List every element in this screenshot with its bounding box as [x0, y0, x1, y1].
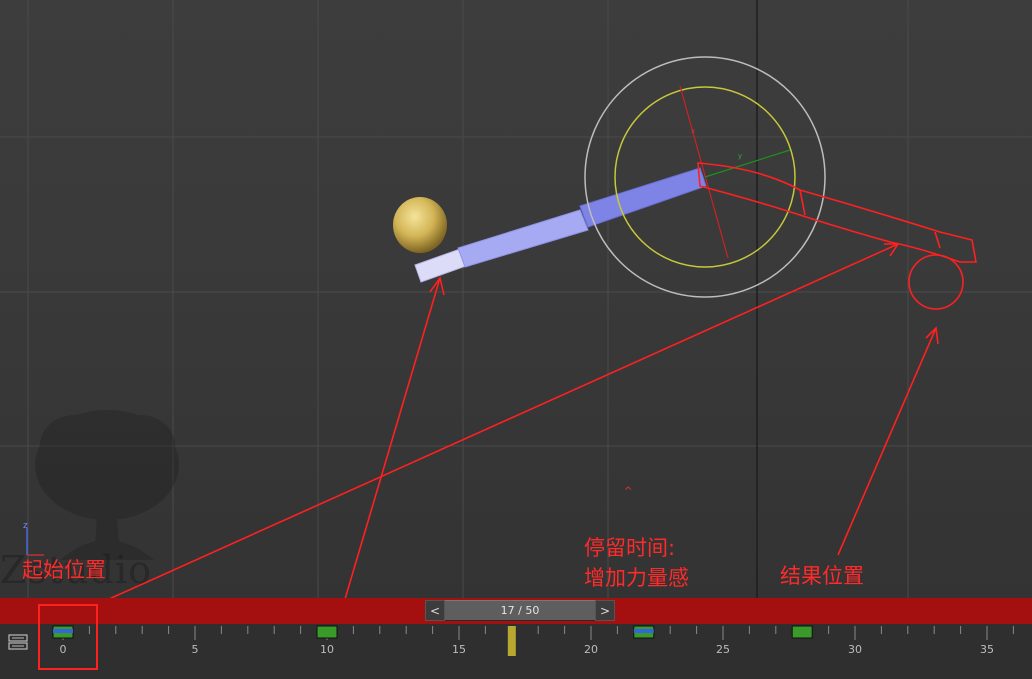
ruler-tick-label: 35 [980, 643, 994, 656]
annotation-pause-time: 停留时间: [584, 536, 676, 560]
ruler-tick-label: 10 [320, 643, 334, 656]
ruler-tick-label: 5 [192, 643, 199, 656]
annotation-add-force: 增加力量感 [584, 566, 689, 590]
viewport-grid [0, 0, 1032, 598]
frame-counter[interactable]: 17 / 50 [445, 600, 595, 621]
ruler-tick-label: 25 [716, 643, 730, 656]
prev-frame-button[interactable]: < [425, 600, 445, 621]
time-slider-bar[interactable]: < 17 / 50 > [0, 598, 1032, 624]
result-pose-sketch [697, 162, 977, 310]
annotation-arrows [109, 243, 939, 598]
keyframe-position-stripe [633, 629, 654, 633]
start-frame-highlight [38, 604, 98, 670]
gizmo-axis-label: x [691, 127, 695, 135]
bone-chain[interactable] [414, 167, 707, 283]
viewport-scene: x y ^ z [0, 0, 1032, 598]
annotation-start-position: 起始位置 [22, 558, 106, 582]
ruler-tick-label: 15 [452, 643, 466, 656]
rotate-gizmo[interactable]: x y [584, 56, 826, 298]
keyframe-marker[interactable] [316, 625, 338, 639]
bone-segment-3[interactable] [579, 167, 707, 228]
bone-segment-2[interactable] [457, 209, 589, 268]
watermark-tree-logo [35, 410, 179, 560]
ruler-tick-label: 30 [848, 643, 862, 656]
time-slider[interactable]: < 17 / 50 > [425, 600, 615, 621]
axis-gizmo-z-label: z [23, 521, 28, 531]
gizmo-axis-label: y [738, 152, 742, 160]
ball[interactable] [393, 197, 447, 253]
frame-ruler[interactable]: 0 5 10 15 20 25 30 35 [0, 624, 1032, 679]
next-frame-button[interactable]: > [595, 600, 615, 621]
annotation-result-position: 结果位置 [780, 564, 864, 588]
keyframe-marker[interactable] [791, 625, 813, 639]
trackbar[interactable]: 0 5 10 15 20 25 30 35 [0, 624, 1032, 679]
ruler-tick-label: 20 [584, 643, 598, 656]
3d-viewport[interactable]: x y ^ z Zstudio 起始位置 停留时间: 增加力量感 结果位置 [0, 0, 1032, 598]
current-frame-marker[interactable] [507, 626, 516, 656]
stray-mark: ^ [624, 486, 632, 497]
